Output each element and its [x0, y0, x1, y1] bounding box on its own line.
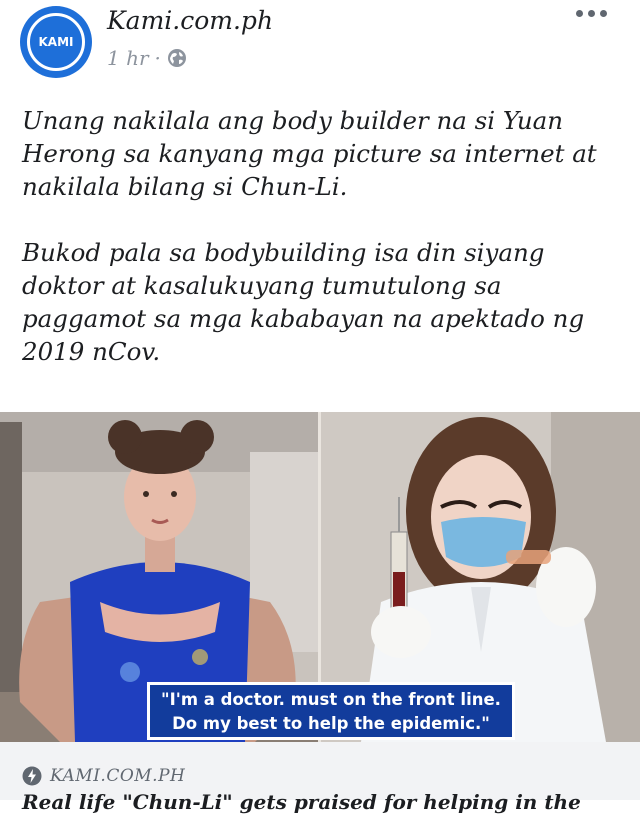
caption-line: Do my best to help the epidemic.": [172, 714, 490, 733]
lightning-bolt-icon: [22, 766, 42, 786]
post-timestamp[interactable]: 1 hr: [107, 46, 149, 70]
caption-line: "I'm a doctor. must on the front line.: [161, 690, 501, 709]
link-source: KAMI.COM.PH: [22, 766, 185, 786]
more-options-icon[interactable]: [576, 10, 607, 17]
post-header: KAMI Kami.com.ph 1 hr ·: [0, 0, 640, 92]
post-body: Unang nakilala ang body builder na si Yu…: [22, 104, 622, 401]
link-preview-image[interactable]: "I'm a doctor. must on the front line. D…: [0, 412, 640, 742]
meta-separator: ·: [154, 46, 161, 70]
link-title[interactable]: Real life "Chun-Li" gets praised for hel…: [22, 790, 581, 814]
globe-icon: [167, 49, 186, 67]
link-preview-footer[interactable]: KAMI.COM.PH Real life "Chun-Li" gets pra…: [0, 742, 640, 814]
post-paragraph: Unang nakilala ang body builder na si Yu…: [22, 106, 597, 201]
link-domain: KAMI.COM.PH: [50, 766, 186, 786]
post-paragraph: Bukod pala sa bodybuilding isa din siyan…: [22, 238, 585, 366]
avatar-logo-text: KAMI: [27, 13, 85, 71]
post-meta: 1 hr ·: [107, 46, 187, 70]
page-avatar[interactable]: KAMI: [20, 6, 92, 78]
image-caption: "I'm a doctor. must on the front line. D…: [147, 682, 515, 740]
page-name-link[interactable]: Kami.com.ph: [107, 6, 273, 35]
